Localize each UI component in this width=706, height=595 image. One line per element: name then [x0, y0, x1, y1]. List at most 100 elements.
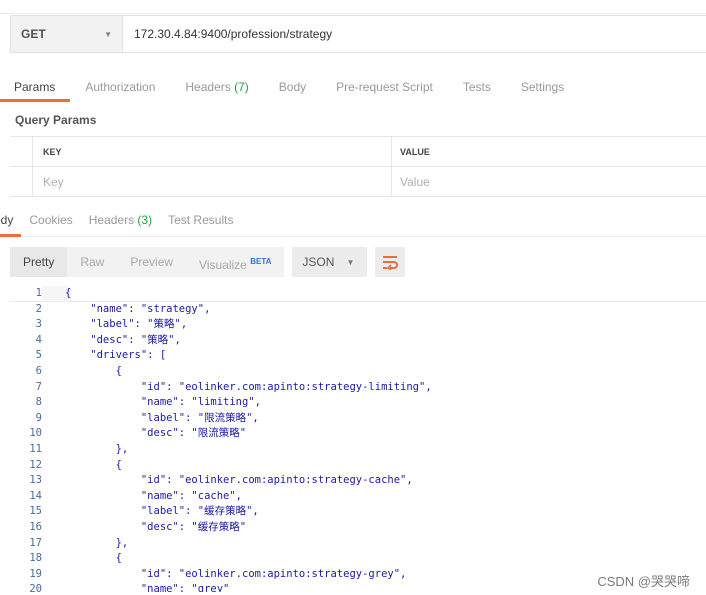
wrap-lines-button[interactable] — [375, 247, 406, 277]
query-params-table: KEY VALUE Key Value — [10, 136, 706, 197]
tab-response-headers[interactable]: Headers (3) — [81, 207, 160, 237]
line-number: 11 — [29, 442, 42, 455]
tab-tests[interactable]: Tests — [448, 74, 506, 102]
code-line: 10 "desc": "限流策略" — [10, 426, 706, 442]
code-line: 13 "id": "eolinker.com:apinto:strategy-c… — [10, 473, 706, 489]
preview-button[interactable]: Preview — [117, 247, 186, 277]
url-input[interactable]: 172.30.4.84:9400/profession/strategy — [123, 16, 706, 52]
code-text: "name": "cache", — [65, 489, 243, 502]
line-number: 1 — [35, 287, 42, 299]
tab-pre-request-script[interactable]: Pre-request Script — [321, 74, 448, 102]
code-text: { — [65, 458, 122, 471]
line-number: 7 — [35, 380, 42, 393]
code-line: 15 "label": "缓存策略", — [10, 504, 706, 520]
line-number: 8 — [35, 396, 42, 409]
code-line: 18 { — [10, 551, 706, 567]
request-url-bar: GET ▼ 172.30.4.84:9400/profession/strate… — [10, 15, 706, 53]
tab-count-badge: (7) — [234, 80, 249, 94]
tab-cookies[interactable]: Cookies — [21, 207, 80, 237]
url-text: 172.30.4.84:9400/profession/strategy — [134, 27, 333, 41]
visualize-label: Visualize — [199, 258, 247, 272]
code-text: { — [42, 286, 72, 301]
tab-label: Headers — [185, 80, 235, 94]
key-input[interactable]: Key — [33, 167, 392, 196]
view-mode-group: Pretty Raw Preview Visualize BETA — [10, 247, 285, 277]
code-text: "desc": "策略", — [65, 333, 181, 346]
line-number: 12 — [29, 458, 42, 471]
response-toolbar: Pretty Raw Preview Visualize BETA JSON ▼ — [10, 247, 406, 277]
code-line: 17 }, — [10, 536, 706, 552]
line-number: 18 — [29, 552, 42, 565]
code-line: 4 "desc": "策略", — [10, 333, 706, 349]
code-lines: 1{2 "name": "strategy", 3 "label": "策略", 4… — [10, 286, 706, 592]
code-text: }, — [65, 536, 129, 549]
code-text: "id": "eolinker.com:apinto:strategy-grey… — [65, 567, 407, 580]
tab-label: Params — [14, 80, 56, 94]
code-text: "id": "eolinker.com:apinto:strategy-limi… — [65, 380, 432, 393]
value-column-header: VALUE — [400, 146, 430, 157]
watermark: CSDN @哭哭啼 — [595, 571, 692, 590]
tab-settings[interactable]: Settings — [506, 74, 579, 102]
line-number: 16 — [29, 520, 42, 533]
tab-label: Settings — [520, 80, 565, 94]
tab-label: Tests — [462, 80, 491, 94]
visualize-button[interactable]: Visualize BETA — [186, 247, 284, 277]
tab-label: ody — [0, 213, 14, 227]
line-number: 13 — [29, 474, 42, 487]
code-text: "name": "grey" — [65, 583, 230, 592]
tab-params[interactable]: Params — [0, 74, 71, 102]
code-text: "id": "eolinker.com:apinto:strategy-cach… — [65, 474, 413, 487]
line-number: 5 — [35, 349, 42, 362]
line-number: 14 — [29, 489, 42, 502]
chevron-down-icon: ▼ — [104, 29, 112, 39]
raw-button[interactable]: Raw — [67, 247, 117, 277]
code-line: 2 "name": "strategy", — [10, 302, 706, 318]
query-params-title: Query Params — [15, 113, 97, 127]
code-line: 14 "name": "cache", — [10, 489, 706, 505]
code-text: "label": "缓存策略", — [65, 505, 259, 518]
row-handle — [10, 167, 33, 196]
pretty-button[interactable]: Pretty — [10, 247, 68, 277]
tab-response-body[interactable]: ody — [0, 207, 22, 237]
tab-headers[interactable]: Headers (7) — [170, 74, 263, 102]
code-text: "label": "策略", — [65, 318, 188, 331]
value-input[interactable]: Value — [392, 167, 706, 196]
format-select[interactable]: JSON ▼ — [292, 247, 368, 277]
format-label: JSON — [302, 255, 335, 269]
code-text: "drivers": [ — [65, 349, 167, 362]
code-line: 16 "desc": "缓存策略" — [10, 520, 706, 536]
table-header-row: KEY VALUE — [10, 137, 706, 167]
tab-body[interactable]: Body — [264, 74, 321, 102]
response-tabs: ody Cookies Headers (3) Test Results — [0, 207, 706, 237]
tab-test-results[interactable]: Test Results — [160, 207, 241, 237]
top-strip — [0, 0, 706, 14]
tab-label: Body — [278, 80, 307, 94]
tab-count-badge: (3) — [137, 213, 153, 227]
tab-label: Headers — [88, 213, 138, 227]
tab-authorization[interactable]: Authorization — [70, 74, 170, 102]
code-line: 1{ — [10, 286, 706, 302]
response-body-editor[interactable]: 1{2 "name": "strategy", 3 "label": "策略", 4… — [10, 286, 706, 592]
code-text: { — [65, 552, 122, 565]
tab-label: Authorization — [85, 80, 156, 94]
code-line: 11 }, — [10, 442, 706, 458]
line-number: 17 — [29, 536, 42, 549]
line-number: 6 — [35, 364, 42, 377]
line-number: 3 — [35, 318, 42, 331]
tab-label: Cookies — [29, 213, 73, 227]
table-row: Key Value — [10, 167, 706, 197]
code-text: { — [65, 364, 122, 377]
code-text: "name": "strategy", — [65, 302, 211, 315]
row-handle — [10, 137, 33, 166]
code-text: "desc": "缓存策略" — [65, 520, 247, 533]
code-text: "name": "limiting", — [65, 396, 261, 409]
code-text: "label": "限流策略", — [65, 411, 259, 424]
line-number: 20 — [29, 583, 42, 592]
code-line: 6 { — [10, 364, 706, 380]
method-select[interactable]: GET ▼ — [11, 16, 123, 52]
code-line: 7 "id": "eolinker.com:apinto:strategy-li… — [10, 380, 706, 396]
tab-label: Pre-request Script — [336, 80, 433, 94]
beta-badge: BETA — [250, 257, 272, 266]
line-number: 2 — [35, 302, 42, 315]
line-number: 15 — [29, 505, 42, 518]
